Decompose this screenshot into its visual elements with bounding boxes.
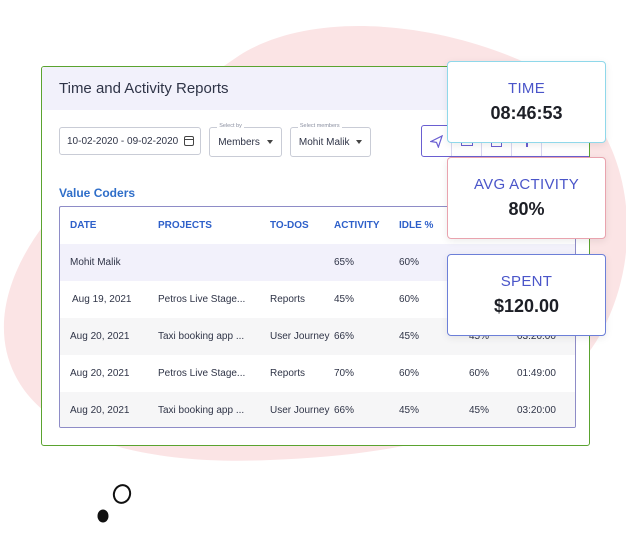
filters-bar: 10-02-2020 - 09-02-2020 Select by Member… <box>59 123 372 157</box>
row-project: Petros Live Stage... <box>158 368 246 379</box>
chevron-down-icon <box>266 140 273 144</box>
row-activity: 66% <box>334 331 355 342</box>
send-icon <box>430 134 443 148</box>
table-row[interactable]: Aug 20, 2021 Taxi booking app ... User J… <box>60 392 575 427</box>
row-date: Aug 19, 2021 <box>72 294 132 305</box>
row-todo: Reports <box>270 368 306 379</box>
row-todo: User Journey <box>270 331 330 342</box>
row-idle: 45% <box>399 331 420 342</box>
select-members-value: Mohit Malik <box>298 136 350 148</box>
row-todo: Reports <box>270 294 306 305</box>
row-todo: User Journey <box>270 405 330 416</box>
time-value: 08:46:53 <box>490 103 563 123</box>
row-activity: 70% <box>334 368 355 379</box>
row-idle: 45% <box>399 405 420 416</box>
chevron-down-icon <box>356 140 363 144</box>
table-row[interactable]: Aug 20, 2021 Petros Live Stage... Report… <box>60 355 575 392</box>
row-project: Taxi booking app ... <box>158 405 245 416</box>
date-range-value: 10-02-2020 - 09-02-2020 <box>67 135 179 147</box>
row-extra-percent: 60% <box>469 368 490 379</box>
avg-activity-label: AVG ACTIVITY <box>473 176 579 193</box>
column-header-date[interactable]: DATE <box>70 220 96 231</box>
row-project: Taxi booking app ... <box>158 331 245 342</box>
select-by-caption: Select by <box>217 123 244 129</box>
summary-idle: 60% <box>399 257 420 268</box>
row-duration: 01:49:00 <box>517 368 556 379</box>
row-date: Aug 20, 2021 <box>70 405 130 416</box>
row-date: Aug 20, 2021 <box>70 368 130 379</box>
summary-activity: 65% <box>334 257 355 268</box>
spent-label: SPENT <box>500 273 553 290</box>
avg-activity-stat-card: AVG ACTIVITY 80% <box>447 157 606 239</box>
decorative-doodle-icon <box>97 484 132 523</box>
column-header-todos[interactable]: TO-DOS <box>270 220 309 231</box>
select-by-value: Members <box>218 136 260 148</box>
row-activity: 66% <box>334 405 355 416</box>
row-extra-percent: 45% <box>469 405 490 416</box>
spent-stat-card: SPENT $120.00 <box>447 254 606 336</box>
column-header-idle[interactable]: IDLE % <box>399 220 433 231</box>
row-project: Petros Live Stage... <box>158 294 246 305</box>
group-label: Value Coders <box>59 186 136 200</box>
row-idle: 60% <box>399 368 420 379</box>
avg-activity-value: 80% <box>508 199 545 219</box>
select-by-dropdown[interactable]: Select by Members <box>209 123 282 157</box>
column-header-projects[interactable]: PROJECTS <box>158 220 212 231</box>
row-duration: 03:20:00 <box>517 405 556 416</box>
summary-member: Mohit Malik <box>70 257 121 268</box>
row-idle: 60% <box>399 294 420 305</box>
spent-value: $120.00 <box>493 296 560 316</box>
row-activity: 45% <box>334 294 355 305</box>
page-title: Time and Activity Reports <box>59 80 229 97</box>
time-stat-card: TIME 08:46:53 <box>447 61 606 143</box>
time-label: TIME <box>507 80 546 97</box>
select-members-caption: Select members <box>297 123 342 129</box>
calendar-icon <box>184 136 195 146</box>
date-range-picker[interactable]: 10-02-2020 - 09-02-2020 <box>59 127 202 155</box>
column-header-activity[interactable]: ACTIVITY <box>334 220 380 231</box>
select-members-dropdown[interactable]: Select members Mohit Malik <box>289 123 372 157</box>
row-date: Aug 20, 2021 <box>70 331 130 342</box>
